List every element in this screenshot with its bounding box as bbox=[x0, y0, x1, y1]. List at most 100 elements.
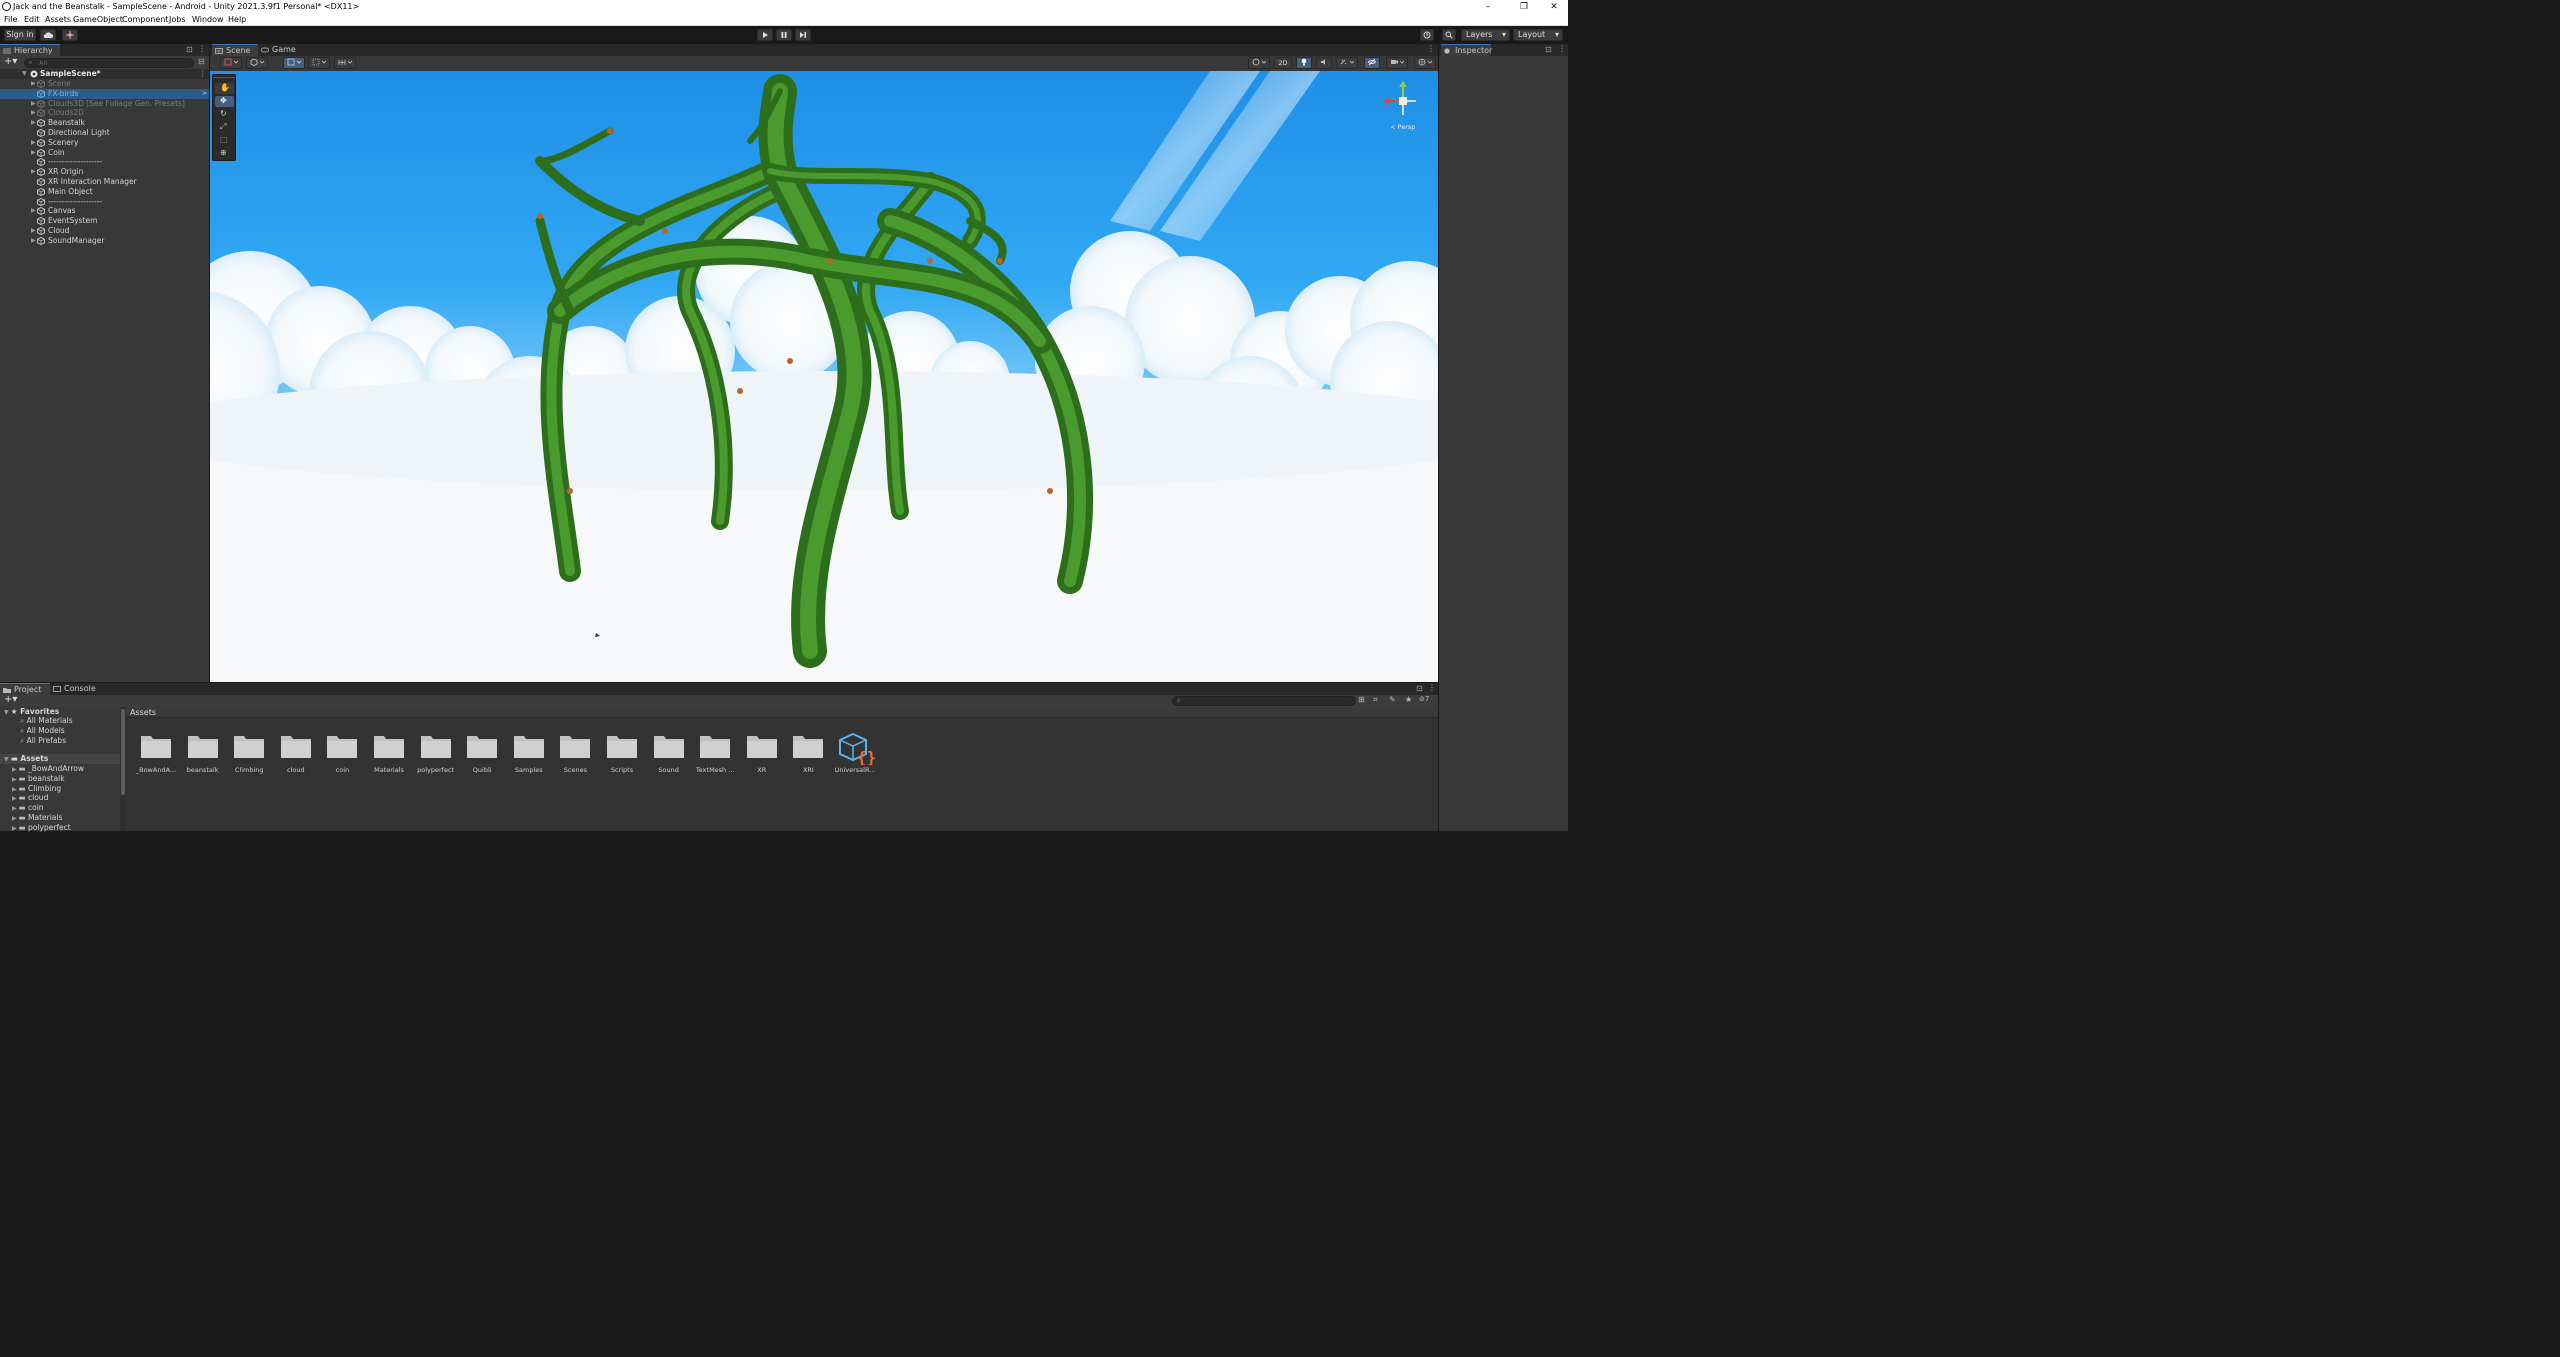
more-icon[interactable]: ⋮ bbox=[1427, 44, 1435, 53]
expand-arrow-icon[interactable]: ▶ bbox=[31, 236, 36, 246]
expand-arrow-icon[interactable]: ▶ bbox=[31, 108, 36, 118]
rect-tool-button[interactable]: ⬚ bbox=[215, 135, 234, 146]
projection-label[interactable]: < Persp bbox=[1390, 123, 1415, 131]
transform-tool-button[interactable]: ⊕ bbox=[215, 148, 234, 159]
layers-dropdown[interactable]: Layers ▾ bbox=[1461, 29, 1510, 41]
close-button[interactable]: ✕ bbox=[1538, 0, 1570, 14]
scrollbar-thumb[interactable] bbox=[121, 709, 125, 795]
hand-tool-button[interactable]: ✋ bbox=[215, 83, 234, 94]
more-icon[interactable]: ⋮ bbox=[199, 69, 207, 79]
favorite-item[interactable]: ⌕ All Prefabs bbox=[20, 736, 66, 746]
tab-scene[interactable]: Scene bbox=[212, 44, 258, 56]
hierarchy-item[interactable]: ▶ Coin bbox=[0, 148, 209, 158]
asset-tree-item[interactable]: ▶ ▬ beanstalk bbox=[12, 774, 65, 784]
favorite-item[interactable]: ⌕ All Materials bbox=[20, 716, 73, 726]
asset-tree-item[interactable]: ▶ ▬ Climbing bbox=[12, 784, 61, 794]
menu-edit[interactable]: Edit bbox=[24, 15, 40, 24]
expand-arrow-icon[interactable]: ▶ bbox=[31, 118, 36, 128]
snap-settings-dropdown[interactable] bbox=[334, 57, 356, 69]
layout-dropdown[interactable]: Layout ▾ bbox=[1513, 29, 1563, 41]
hierarchy-item[interactable]: ▶ Clouds3D [See Foliage Gen. Presets] bbox=[0, 99, 209, 109]
hierarchy-item[interactable]: EventSystem bbox=[0, 216, 209, 226]
project-search-input[interactable]: ⌕ bbox=[1172, 696, 1356, 706]
asset-tree-item[interactable]: ▶ ▬ _BowAndArrow bbox=[12, 764, 84, 774]
menu-component[interactable]: Component bbox=[122, 15, 168, 24]
hierarchy-item[interactable]: ▶ Canvas bbox=[0, 206, 209, 216]
pause-button[interactable] bbox=[776, 29, 792, 41]
expand-arrow-icon[interactable]: ▶ bbox=[31, 167, 36, 177]
favorite-item[interactable]: ⌕ All Models bbox=[20, 726, 65, 736]
tag-icon[interactable]: ✎ bbox=[1389, 695, 1396, 704]
favorite-star-icon[interactable]: ★ bbox=[1405, 695, 1412, 704]
scene-visibility-toggle[interactable] bbox=[1364, 57, 1380, 69]
gizmos-dropdown[interactable] bbox=[1414, 57, 1436, 69]
menu-file[interactable]: File bbox=[4, 15, 17, 24]
hierarchy-item[interactable]: Directional Light bbox=[0, 128, 209, 138]
hierarchy-search-input[interactable]: ⌕ All bbox=[24, 58, 194, 68]
hierarchy-item[interactable]: ▶ Scenery bbox=[0, 138, 209, 148]
hierarchy-item[interactable]: ▶ Beanstalk bbox=[0, 118, 209, 128]
rotate-tool-button[interactable]: ↻ bbox=[215, 109, 234, 120]
menu-help[interactable]: Help bbox=[228, 15, 246, 24]
asset-tree-item[interactable]: ▶ ▬ Materials bbox=[12, 813, 62, 823]
expand-arrow-icon[interactable]: ▶ bbox=[31, 99, 36, 109]
increment-snap-dropdown[interactable] bbox=[308, 57, 330, 69]
breadcrumb-assets[interactable]: Assets bbox=[130, 708, 156, 717]
add-icon[interactable]: +▾ bbox=[4, 56, 17, 67]
hierarchy-item[interactable]: FX-birds > bbox=[0, 88, 209, 99]
grid-snap-dropdown[interactable] bbox=[283, 57, 305, 69]
toggle-2d-button[interactable]: 2D bbox=[1274, 57, 1292, 69]
search-by-type-icon[interactable]: ⊞ bbox=[1358, 695, 1365, 704]
more-icon[interactable]: ⋮ bbox=[198, 44, 206, 53]
hierarchy-item[interactable]: ▶ Scene bbox=[0, 79, 209, 89]
filter-icon[interactable]: ⊟ bbox=[198, 57, 205, 66]
expand-arrow-icon[interactable]: ▶ bbox=[31, 226, 36, 236]
cloud-icon[interactable] bbox=[40, 29, 56, 41]
move-tool-button[interactable]: ✥ bbox=[215, 96, 234, 107]
add-icon[interactable]: +▾ bbox=[4, 694, 17, 705]
asset-tree-item[interactable]: ▶ ▬ cloud bbox=[12, 793, 48, 803]
hidden-packages-toggle[interactable]: ⊘7 bbox=[1419, 695, 1429, 703]
collab-icon[interactable] bbox=[62, 29, 78, 41]
menu-window[interactable]: Window bbox=[192, 15, 224, 24]
expand-arrow-icon[interactable]: ▶ bbox=[31, 148, 36, 158]
lock-icon[interactable]: ⊡ bbox=[1416, 684, 1423, 693]
drag-handle[interactable] bbox=[213, 75, 235, 78]
hierarchy-item[interactable]: XR Interaction Manager bbox=[0, 177, 209, 187]
hierarchy-item[interactable]: Main Object bbox=[0, 187, 209, 197]
expand-arrow-icon[interactable]: ▶ bbox=[31, 138, 36, 148]
menu-jobs[interactable]: Jobs bbox=[169, 15, 186, 24]
camera-dropdown[interactable] bbox=[1386, 57, 1408, 69]
maximize-button[interactable]: ❐ bbox=[1508, 0, 1540, 14]
minimize-button[interactable]: – bbox=[1472, 0, 1504, 14]
menu-gameobject[interactable]: GameObject bbox=[73, 15, 123, 24]
tab-inspector[interactable]: Inspector bbox=[1441, 44, 1492, 56]
chevron-right-icon[interactable]: > bbox=[202, 89, 207, 99]
effects-dropdown[interactable] bbox=[1336, 57, 1358, 69]
lighting-toggle[interactable] bbox=[1296, 57, 1312, 69]
orientation-dropdown[interactable] bbox=[1248, 57, 1270, 69]
hierarchy-item[interactable]: ▶ Clouds2D bbox=[0, 108, 209, 118]
tab-console[interactable]: Console bbox=[50, 683, 100, 695]
assets-header[interactable]: ▼ ▬ Assets bbox=[0, 754, 120, 764]
orientation-gizmo[interactable]: < Persp bbox=[1378, 79, 1428, 133]
more-icon[interactable]: ⋮ bbox=[1428, 683, 1436, 692]
audio-toggle[interactable] bbox=[1316, 57, 1332, 69]
hierarchy-item[interactable]: ▶ SoundManager bbox=[0, 236, 209, 246]
tab-game[interactable]: Game bbox=[258, 44, 304, 56]
asset-tree-item[interactable]: ▶ ▬ coin bbox=[12, 803, 44, 813]
hierarchy-item[interactable]: ▶ XR Origin bbox=[0, 167, 209, 177]
expand-arrow-icon[interactable]: ▶ bbox=[31, 79, 36, 89]
search-icon[interactable] bbox=[1442, 29, 1456, 41]
step-button[interactable] bbox=[795, 29, 811, 41]
scale-tool-button[interactable]: ⤢ bbox=[215, 122, 234, 133]
draw-mode-dropdown[interactable] bbox=[220, 57, 242, 69]
menu-assets[interactable]: Assets bbox=[45, 15, 71, 24]
sign-in-button[interactable]: Sign in bbox=[4, 29, 36, 41]
lock-icon[interactable]: ⊡ bbox=[1545, 45, 1552, 54]
more-icon[interactable]: ⋮ bbox=[1558, 44, 1566, 53]
play-button[interactable] bbox=[757, 29, 773, 41]
asset-tree-item[interactable]: ▶ ▬ polyperfect bbox=[12, 823, 71, 833]
expand-arrow-icon[interactable]: ▼ bbox=[22, 69, 27, 79]
tab-hierarchy[interactable]: Hierarchy bbox=[0, 44, 60, 56]
